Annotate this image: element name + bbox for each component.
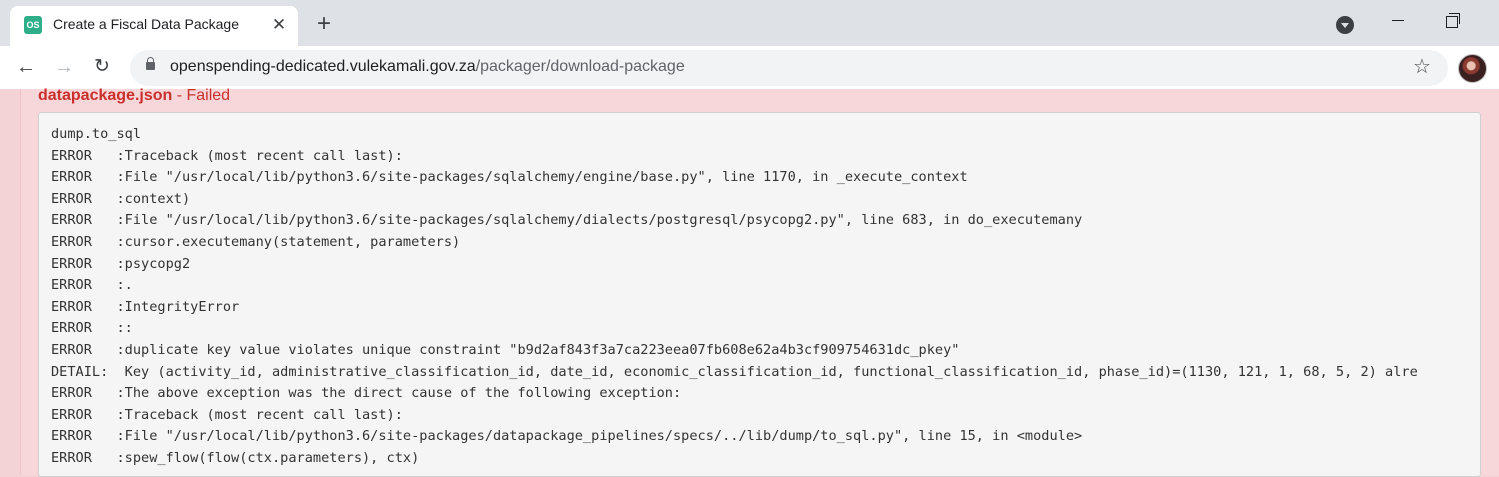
browser-tab[interactable]: OS Create a Fiscal Data Package ✕ <box>10 6 298 46</box>
browser-toolbar: ← → ↻ openspending-dedicated.vulekamali.… <box>0 46 1499 89</box>
star-icon[interactable]: ☆ <box>1413 55 1431 79</box>
log-lines: dump.to_sql ERROR :Traceback (most recent… <box>51 124 1418 470</box>
tab-search-icon[interactable] <box>1336 16 1354 34</box>
reload-icon[interactable]: ↻ <box>89 54 115 80</box>
log-line: ERROR :spew_flow(flow(ctx.parameters), c… <box>51 449 420 466</box>
error-log: dump.to_sql ERROR :Traceback (most recent… <box>38 112 1481 477</box>
log-line: ERROR :Traceback (most recent call last)… <box>51 147 403 164</box>
log-line: ERROR :The above exception was the direc… <box>51 385 682 402</box>
log-line: ERROR :: <box>51 320 133 337</box>
log-line: DETAIL: Key (activity_id, administrative… <box>51 363 1418 380</box>
back-icon[interactable]: ← <box>13 54 39 80</box>
log-line: ERROR :File "/usr/local/lib/python3.6/si… <box>51 169 968 186</box>
url-host: openspending-dedicated.vulekamali.gov.za <box>170 58 476 75</box>
restore-icon[interactable] <box>1446 13 1460 28</box>
log-line: ERROR :. <box>51 277 133 294</box>
address-bar[interactable]: openspending-dedicated.vulekamali.gov.za… <box>130 50 1448 86</box>
tab-title: Create a Fiscal Data Package <box>53 16 239 32</box>
close-tab-icon[interactable]: ✕ <box>268 14 290 36</box>
lock-icon[interactable] <box>146 57 155 70</box>
site-favicon-icon: OS <box>24 16 42 34</box>
log-line: ERROR :cursor.executemany(statement, par… <box>51 233 461 250</box>
log-line: ERROR :context) <box>51 190 191 207</box>
url-text[interactable]: openspending-dedicated.vulekamali.gov.za… <box>170 58 685 76</box>
forward-icon[interactable]: → <box>51 54 77 80</box>
error-panel: datapackage.json - Failed dump.to_sql ERR… <box>20 87 1499 477</box>
profile-avatar[interactable] <box>1458 54 1487 83</box>
minimize-icon[interactable] <box>1392 20 1404 21</box>
log-line: ERROR :IntegrityError <box>51 298 240 315</box>
tab-strip: OS Create a Fiscal Data Package ✕ + <box>0 0 1499 46</box>
url-path: /packager/download-package <box>475 58 685 75</box>
log-line: ERROR :Traceback (most recent call last)… <box>51 406 403 423</box>
log-line: ERROR :File "/usr/local/lib/python3.6/si… <box>51 212 1083 229</box>
panel-heading: datapackage.json - Failed <box>38 87 230 105</box>
new-tab-button[interactable]: + <box>312 12 336 37</box>
log-line: dump.to_sql <box>51 126 142 142</box>
log-line: ERROR :File "/usr/local/lib/python3.6/si… <box>51 428 1083 445</box>
log-line: ERROR :duplicate key value violates uniq… <box>51 341 960 358</box>
log-line: ERROR :psycopg2 <box>51 255 191 272</box>
status-text: - Failed <box>172 87 231 104</box>
package-filename: datapackage.json <box>38 87 173 104</box>
